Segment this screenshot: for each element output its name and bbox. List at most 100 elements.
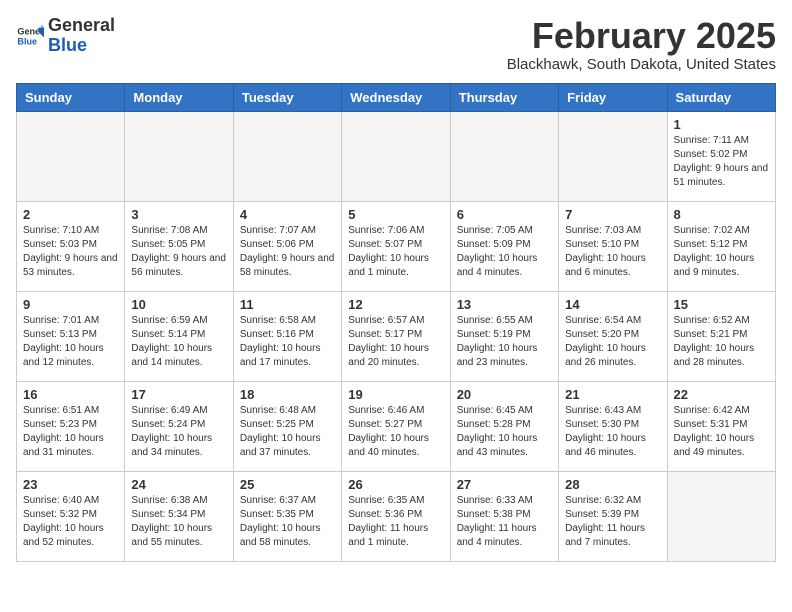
day-info: Sunrise: 6:51 AM Sunset: 5:23 PM Dayligh… bbox=[23, 404, 118, 460]
calendar-cell bbox=[450, 111, 558, 201]
calendar-cell: 28 Sunrise: 6:32 AM Sunset: 5:39 PM Dayli… bbox=[559, 471, 667, 561]
day-number: 6 bbox=[457, 207, 552, 222]
calendar-week-5: 23 Sunrise: 6:40 AM Sunset: 5:32 PM Dayli… bbox=[17, 471, 776, 561]
day-number: 20 bbox=[457, 387, 552, 402]
calendar-week-2: 2 Sunrise: 7:10 AM Sunset: 5:03 PM Daylig… bbox=[17, 201, 776, 291]
calendar-cell bbox=[559, 111, 667, 201]
calendar-cell: 25 Sunrise: 6:37 AM Sunset: 5:35 PM Dayli… bbox=[233, 471, 341, 561]
day-info: Sunrise: 6:42 AM Sunset: 5:31 PM Dayligh… bbox=[674, 404, 769, 460]
day-number: 19 bbox=[348, 387, 443, 402]
calendar-cell: 18Sunrise: 6:48 AM Sunset: 5:25 PM Dayli… bbox=[233, 381, 341, 471]
calendar-cell: 15 Sunrise: 6:52 AM Sunset: 5:21 PM Dayli… bbox=[667, 291, 775, 381]
day-number: 26 bbox=[348, 477, 443, 492]
day-info: Sunrise: 6:32 AM Sunset: 5:39 PM Dayligh… bbox=[565, 494, 660, 550]
day-number: 16 bbox=[23, 387, 118, 402]
calendar-week-1: 1 Sunrise: 7:11 AM Sunset: 5:02 PM Daylig… bbox=[17, 111, 776, 201]
day-number: 12 bbox=[348, 297, 443, 312]
header-saturday: Saturday bbox=[667, 83, 775, 111]
day-info: Sunrise: 7:07 AM Sunset: 5:06 PM Dayligh… bbox=[240, 224, 335, 280]
calendar-cell: 2 Sunrise: 7:10 AM Sunset: 5:03 PM Daylig… bbox=[17, 201, 125, 291]
day-number: 21 bbox=[565, 387, 660, 402]
calendar-cell: 4 Sunrise: 7:07 AM Sunset: 5:06 PM Daylig… bbox=[233, 201, 341, 291]
day-info: Sunrise: 7:06 AM Sunset: 5:07 PM Dayligh… bbox=[348, 224, 443, 280]
day-number: 4 bbox=[240, 207, 335, 222]
day-number: 13 bbox=[457, 297, 552, 312]
calendar-cell bbox=[342, 111, 450, 201]
logo-text: General Blue bbox=[48, 16, 115, 56]
header-thursday: Thursday bbox=[450, 83, 558, 111]
day-number: 23 bbox=[23, 477, 118, 492]
day-number: 15 bbox=[674, 297, 769, 312]
calendar-cell: 22 Sunrise: 6:42 AM Sunset: 5:31 PM Dayli… bbox=[667, 381, 775, 471]
day-number: 2 bbox=[23, 207, 118, 222]
weekday-header-row: Sunday Monday Tuesday Wednesday Thursday… bbox=[17, 83, 776, 111]
header-tuesday: Tuesday bbox=[233, 83, 341, 111]
day-info: Sunrise: 6:40 AM Sunset: 5:32 PM Dayligh… bbox=[23, 494, 118, 550]
svg-text:Blue: Blue bbox=[17, 36, 37, 46]
day-info: Sunrise: 6:52 AM Sunset: 5:21 PM Dayligh… bbox=[674, 314, 769, 370]
calendar-cell: 11 Sunrise: 6:58 AM Sunset: 5:16 PM Dayli… bbox=[233, 291, 341, 381]
day-info: Sunrise: 6:37 AM Sunset: 5:35 PM Dayligh… bbox=[240, 494, 335, 550]
day-number: 7 bbox=[565, 207, 660, 222]
calendar-cell: 7Sunrise: 7:03 AM Sunset: 5:10 PM Daylig… bbox=[559, 201, 667, 291]
day-info: Sunrise: 6:35 AM Sunset: 5:36 PM Dayligh… bbox=[348, 494, 443, 550]
logo-icon: General Blue bbox=[16, 22, 44, 50]
header-wednesday: Wednesday bbox=[342, 83, 450, 111]
day-info: Sunrise: 6:33 AM Sunset: 5:38 PM Dayligh… bbox=[457, 494, 552, 550]
day-info: Sunrise: 6:55 AM Sunset: 5:19 PM Dayligh… bbox=[457, 314, 552, 370]
location: Blackhawk, South Dakota, United States bbox=[507, 56, 776, 73]
calendar-cell bbox=[17, 111, 125, 201]
calendar-cell: 23 Sunrise: 6:40 AM Sunset: 5:32 PM Dayli… bbox=[17, 471, 125, 561]
calendar-cell: 20 Sunrise: 6:45 AM Sunset: 5:28 PM Dayli… bbox=[450, 381, 558, 471]
calendar-cell: 3Sunrise: 7:08 AM Sunset: 5:05 PM Daylig… bbox=[125, 201, 233, 291]
calendar-cell: 10 Sunrise: 6:59 AM Sunset: 5:14 PM Dayli… bbox=[125, 291, 233, 381]
day-info: Sunrise: 6:43 AM Sunset: 5:30 PM Dayligh… bbox=[565, 404, 660, 460]
day-info: Sunrise: 7:05 AM Sunset: 5:09 PM Dayligh… bbox=[457, 224, 552, 280]
calendar-cell: 17Sunrise: 6:49 AM Sunset: 5:24 PM Dayli… bbox=[125, 381, 233, 471]
day-number: 25 bbox=[240, 477, 335, 492]
calendar-cell: 21 Sunrise: 6:43 AM Sunset: 5:30 PM Dayli… bbox=[559, 381, 667, 471]
calendar-cell: 24 Sunrise: 6:38 AM Sunset: 5:34 PM Dayli… bbox=[125, 471, 233, 561]
day-info: Sunrise: 6:45 AM Sunset: 5:28 PM Dayligh… bbox=[457, 404, 552, 460]
calendar-week-3: 9 Sunrise: 7:01 AM Sunset: 5:13 PM Daylig… bbox=[17, 291, 776, 381]
calendar-cell: 14Sunrise: 6:54 AM Sunset: 5:20 PM Dayli… bbox=[559, 291, 667, 381]
header-sunday: Sunday bbox=[17, 83, 125, 111]
calendar-cell: 9 Sunrise: 7:01 AM Sunset: 5:13 PM Daylig… bbox=[17, 291, 125, 381]
logo: General Blue General Blue bbox=[16, 16, 115, 56]
calendar-cell: 8 Sunrise: 7:02 AM Sunset: 5:12 PM Daylig… bbox=[667, 201, 775, 291]
day-number: 22 bbox=[674, 387, 769, 402]
day-number: 5 bbox=[348, 207, 443, 222]
calendar: Sunday Monday Tuesday Wednesday Thursday… bbox=[16, 83, 776, 562]
day-info: Sunrise: 6:59 AM Sunset: 5:14 PM Dayligh… bbox=[131, 314, 226, 370]
day-number: 9 bbox=[23, 297, 118, 312]
day-info: Sunrise: 6:38 AM Sunset: 5:34 PM Dayligh… bbox=[131, 494, 226, 550]
calendar-cell: 5 Sunrise: 7:06 AM Sunset: 5:07 PM Daylig… bbox=[342, 201, 450, 291]
day-info: Sunrise: 6:46 AM Sunset: 5:27 PM Dayligh… bbox=[348, 404, 443, 460]
calendar-cell bbox=[125, 111, 233, 201]
day-number: 18 bbox=[240, 387, 335, 402]
day-info: Sunrise: 7:10 AM Sunset: 5:03 PM Dayligh… bbox=[23, 224, 118, 280]
calendar-week-4: 16 Sunrise: 6:51 AM Sunset: 5:23 PM Dayli… bbox=[17, 381, 776, 471]
day-number: 1 bbox=[674, 117, 769, 132]
calendar-cell: 12Sunrise: 6:57 AM Sunset: 5:17 PM Dayli… bbox=[342, 291, 450, 381]
day-info: Sunrise: 7:01 AM Sunset: 5:13 PM Dayligh… bbox=[23, 314, 118, 370]
calendar-cell: 19 Sunrise: 6:46 AM Sunset: 5:27 PM Dayli… bbox=[342, 381, 450, 471]
header: General Blue General Blue February 2025 … bbox=[16, 16, 776, 73]
day-number: 28 bbox=[565, 477, 660, 492]
header-friday: Friday bbox=[559, 83, 667, 111]
day-info: Sunrise: 6:58 AM Sunset: 5:16 PM Dayligh… bbox=[240, 314, 335, 370]
day-info: Sunrise: 7:11 AM Sunset: 5:02 PM Dayligh… bbox=[674, 134, 769, 190]
day-number: 8 bbox=[674, 207, 769, 222]
day-number: 11 bbox=[240, 297, 335, 312]
day-number: 27 bbox=[457, 477, 552, 492]
day-info: Sunrise: 7:08 AM Sunset: 5:05 PM Dayligh… bbox=[131, 224, 226, 280]
day-info: Sunrise: 7:02 AM Sunset: 5:12 PM Dayligh… bbox=[674, 224, 769, 280]
day-number: 10 bbox=[131, 297, 226, 312]
header-monday: Monday bbox=[125, 83, 233, 111]
calendar-cell bbox=[233, 111, 341, 201]
calendar-cell: 1 Sunrise: 7:11 AM Sunset: 5:02 PM Daylig… bbox=[667, 111, 775, 201]
calendar-cell bbox=[667, 471, 775, 561]
calendar-cell: 16 Sunrise: 6:51 AM Sunset: 5:23 PM Dayli… bbox=[17, 381, 125, 471]
day-number: 24 bbox=[131, 477, 226, 492]
title-area: February 2025 Blackhawk, South Dakota, U… bbox=[507, 16, 776, 73]
